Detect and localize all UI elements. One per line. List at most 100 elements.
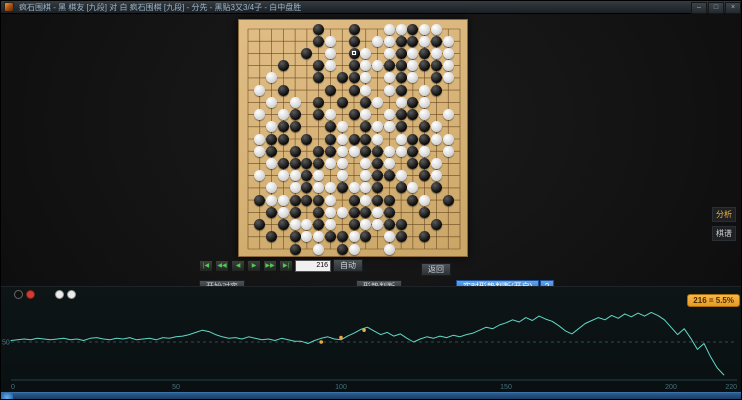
stone-black <box>313 23 325 35</box>
analysis-button[interactable]: 分析 <box>712 207 736 222</box>
stone-black <box>419 133 431 145</box>
stone-black <box>348 109 360 121</box>
stone-white <box>419 23 431 35</box>
stone-white <box>360 84 372 96</box>
stone-black <box>407 133 419 145</box>
stone-black <box>266 206 278 218</box>
stone-white <box>419 35 431 47</box>
close-button[interactable]: × <box>725 2 741 14</box>
stone-white <box>383 157 395 169</box>
svg-text:0: 0 <box>11 384 15 391</box>
stone-white <box>336 206 348 218</box>
stone-black <box>277 157 289 169</box>
stone-white <box>442 145 454 157</box>
stone-black <box>313 194 325 206</box>
stone-white <box>313 243 325 255</box>
stone-black <box>336 243 348 255</box>
stone-black <box>289 206 301 218</box>
stone-black <box>277 219 289 231</box>
stone-white <box>372 206 384 218</box>
go-board[interactable] <box>238 19 468 257</box>
stone-white <box>395 170 407 182</box>
stone-white <box>289 170 301 182</box>
maximize-button[interactable]: □ <box>708 2 724 14</box>
stone-white <box>277 206 289 218</box>
stone-white <box>348 145 360 157</box>
back-one-button[interactable]: ◀ <box>231 259 245 272</box>
stone-white <box>360 194 372 206</box>
stone-white <box>372 35 384 47</box>
stone-white <box>430 157 442 169</box>
stone-black <box>372 194 384 206</box>
stone-black <box>348 23 360 35</box>
stone-black <box>383 170 395 182</box>
stone-white <box>266 96 278 108</box>
stone-black <box>348 72 360 84</box>
stone-black <box>360 145 372 157</box>
stone-black <box>419 206 431 218</box>
stone-white <box>395 96 407 108</box>
stone-white <box>336 121 348 133</box>
stone-black <box>395 84 407 96</box>
stone-black <box>301 194 313 206</box>
stone-white <box>336 133 348 145</box>
stone-black <box>395 72 407 84</box>
side-tools: 分析 棋谱 <box>712 207 736 241</box>
stone-white <box>266 157 278 169</box>
stone-black <box>407 23 419 35</box>
stone-black <box>372 157 384 169</box>
playback-bar: |◀ ◀◀ ◀ ▶ ▶▶ ▶| 自动 <box>199 259 363 272</box>
stone-black <box>266 133 278 145</box>
stone-white <box>324 219 336 231</box>
stone-white <box>336 145 348 157</box>
stone-black <box>336 231 348 243</box>
start-button[interactable] <box>1 393 13 399</box>
winrate-tooltip: 216 = 5.5% <box>687 294 740 307</box>
stone-white <box>430 133 442 145</box>
stone-white <box>348 231 360 243</box>
stone-black <box>395 121 407 133</box>
stone-white <box>395 145 407 157</box>
last-move-button[interactable]: ▶| <box>279 259 293 272</box>
stone-white <box>266 194 278 206</box>
forward-ten-button[interactable]: ▶▶ <box>263 259 277 272</box>
taskbar <box>1 392 741 399</box>
stone-black <box>289 109 301 121</box>
record-button[interactable]: 棋谱 <box>712 226 736 241</box>
stone-white <box>383 84 395 96</box>
forward-one-button[interactable]: ▶ <box>247 259 261 272</box>
stone-black <box>289 243 301 255</box>
stone-white <box>372 133 384 145</box>
first-move-button[interactable]: |◀ <box>199 259 213 272</box>
stone-black <box>254 194 266 206</box>
stone-black <box>324 84 336 96</box>
titlebar: 疯石围棋 - 黑 棋友 [九段] 对 白 疯石围棋 [九段] - 分先 - 黑贴… <box>1 1 741 14</box>
auto-play-button[interactable]: 自动 <box>333 259 363 272</box>
stone-black <box>348 194 360 206</box>
stone-white <box>324 47 336 59</box>
back-ten-button[interactable]: ◀◀ <box>215 259 229 272</box>
stone-white <box>277 194 289 206</box>
minimize-button[interactable]: – <box>691 2 707 14</box>
stone-black <box>289 194 301 206</box>
stone-white <box>254 145 266 157</box>
stone-black <box>442 194 454 206</box>
stone-white <box>254 133 266 145</box>
stone-white <box>383 35 395 47</box>
stone-white <box>336 170 348 182</box>
back-button[interactable]: 返回 <box>421 263 451 276</box>
stone-white <box>419 84 431 96</box>
stone-white <box>324 194 336 206</box>
move-number-input[interactable] <box>295 259 331 272</box>
svg-text:220: 220 <box>725 384 737 391</box>
stone-black <box>395 60 407 72</box>
stone-white <box>395 133 407 145</box>
stone-black <box>407 194 419 206</box>
svg-text:150: 150 <box>500 384 512 391</box>
stone-white <box>348 243 360 255</box>
stone-white <box>336 157 348 169</box>
stone-black <box>430 35 442 47</box>
stone-black <box>277 84 289 96</box>
winrate-chart[interactable]: 50 0 50 100 150 200 220 <box>1 291 742 393</box>
svg-text:200: 200 <box>665 384 677 391</box>
